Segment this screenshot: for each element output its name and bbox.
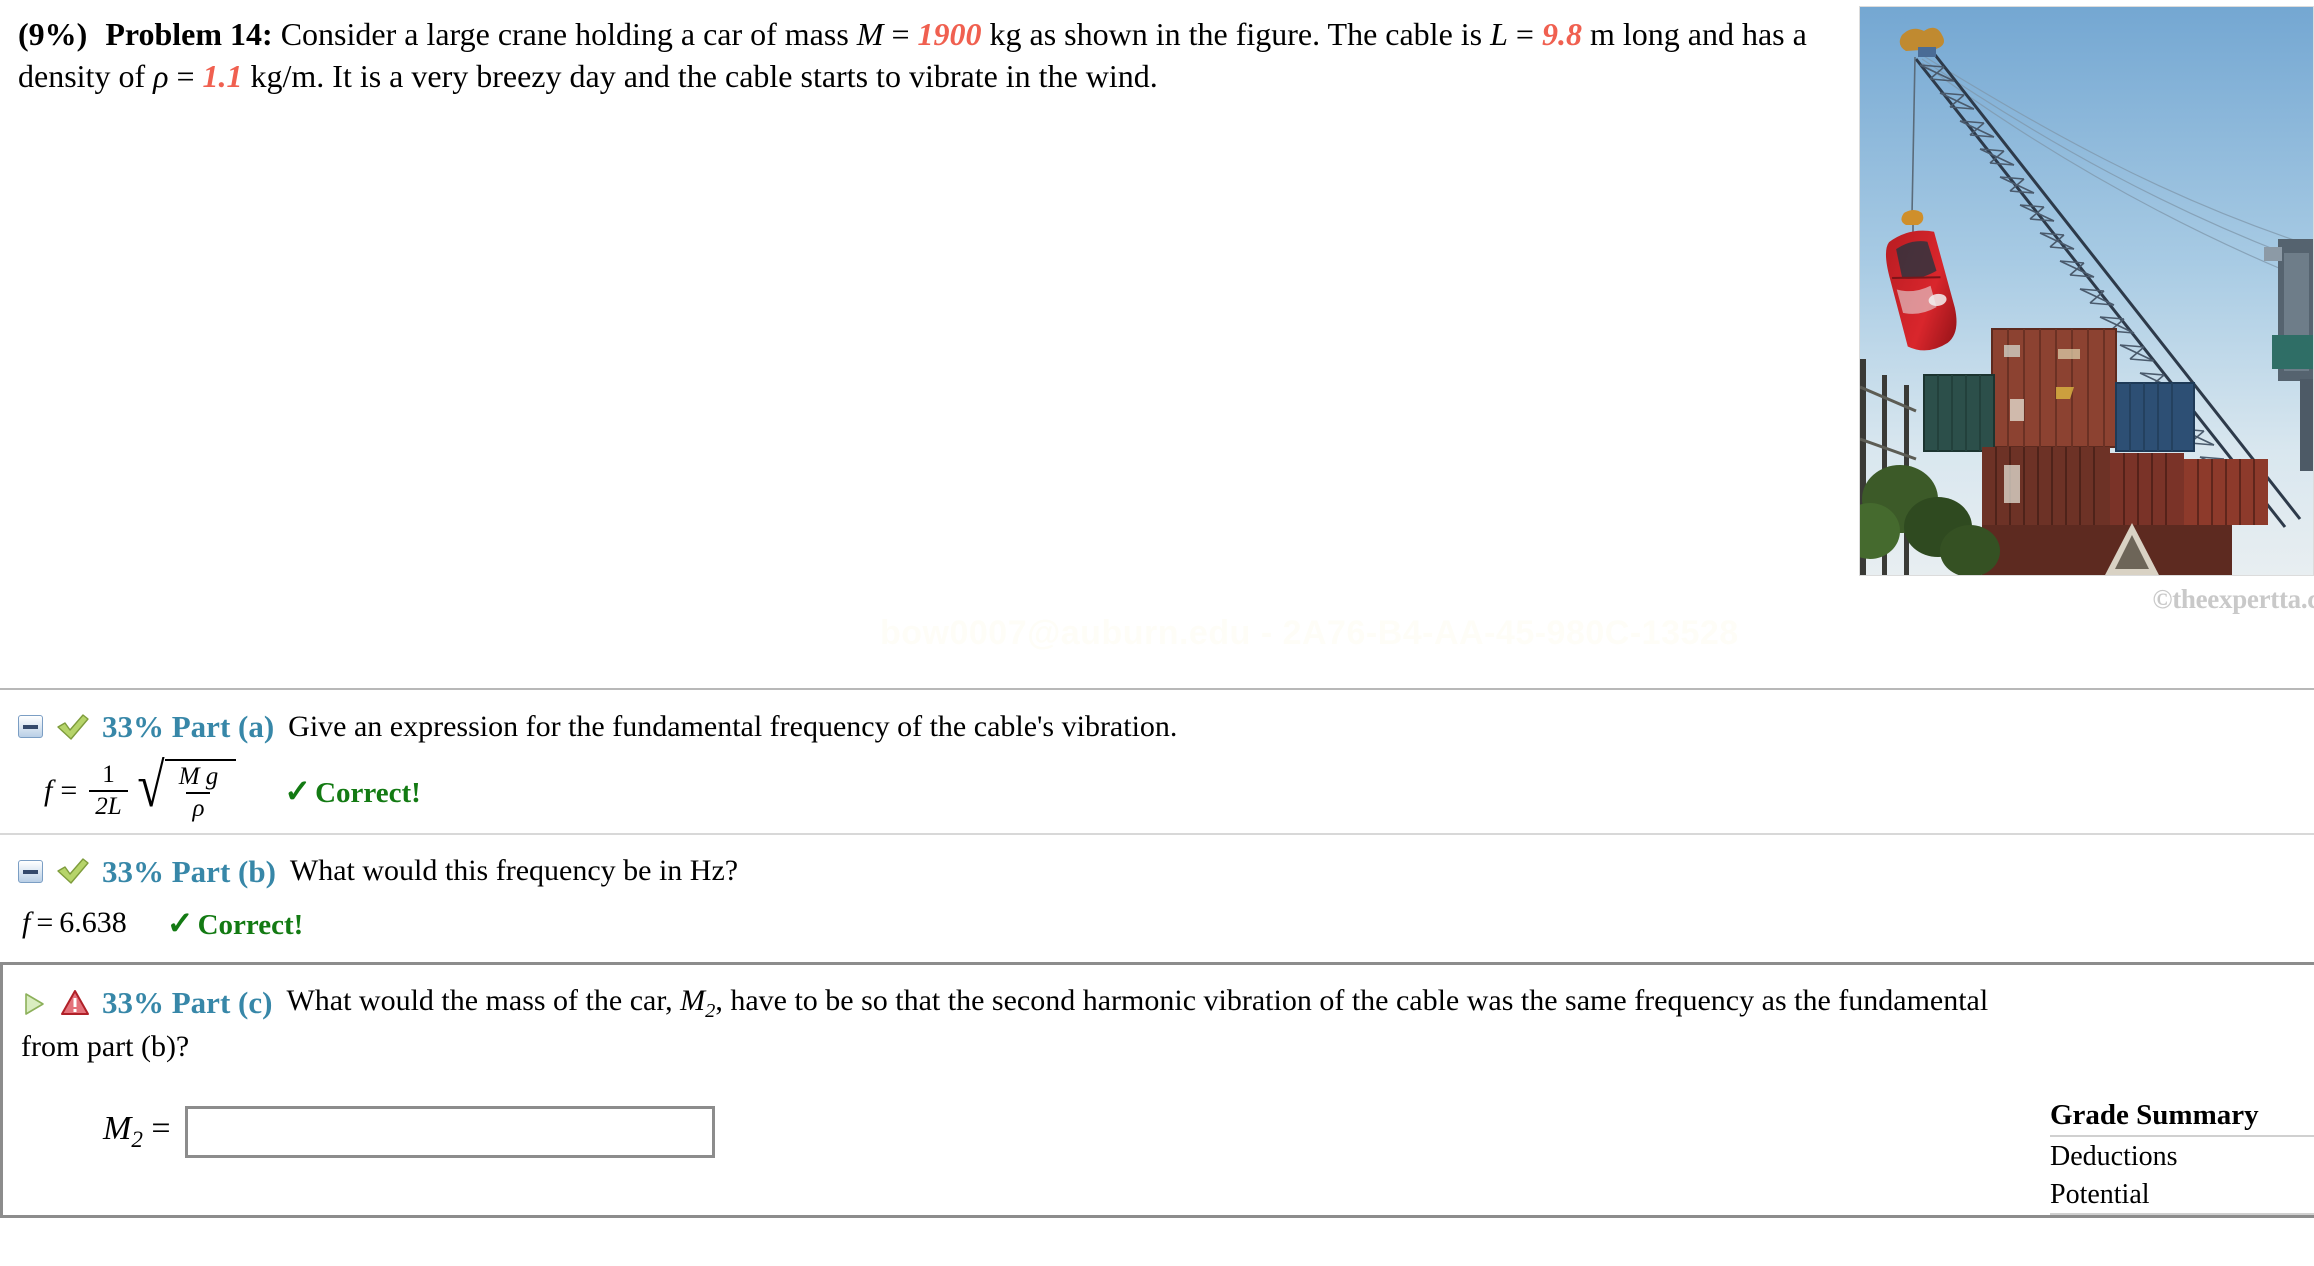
- m2-label-equals: =: [151, 1110, 171, 1148]
- check-mark-icon: ✓: [166, 904, 194, 941]
- part-c-prompt-a: What would the mass of the car,: [286, 983, 681, 1017]
- m2-label-subscript: 2: [131, 1127, 143, 1154]
- expr-square-root: √ M g ρ: [134, 752, 237, 823]
- part-c-answer-row: M2 =: [21, 1106, 2296, 1159]
- part-a-header: 33% Part (a) Give an expression for the …: [18, 708, 2296, 745]
- part-b-feedback-text: Correct!: [197, 908, 304, 941]
- statement-part-2: kg as shown in the figure. The cable is: [981, 16, 1491, 52]
- m2-answer-input[interactable]: [184, 1106, 715, 1159]
- problem-statement-text: (9%) Problem 14: Consider a large crane …: [18, 14, 1858, 97]
- crane-photo: [1859, 6, 2314, 576]
- part-a-feedback-text: Correct!: [315, 776, 421, 809]
- user-watermark: bow0007@auburn.edu - 2A76-B4-AA-45-980C-…: [880, 614, 1739, 652]
- part-c-prompt-variable: M: [680, 983, 706, 1017]
- statement-part-1: Consider a large crane holding a car of …: [280, 16, 857, 52]
- grade-summary-row-deductions: Deductions 0: [2050, 1137, 2314, 1175]
- part-b-answer: f = 6.638: [22, 906, 127, 940]
- green-check-badge-icon: [56, 713, 90, 740]
- part-a-feedback: ✓ Correct!: [284, 772, 421, 810]
- part-b-prompt: What would this frequency be in Hz?: [289, 854, 739, 888]
- radicand-numerator: M g: [178, 763, 219, 791]
- page-title: Problem 14:: [105, 16, 273, 52]
- equals-1: =: [883, 16, 918, 52]
- radicand: M g ρ: [164, 759, 237, 823]
- grade-summary-rule-bottom: [2050, 1212, 2314, 1215]
- crane-photo-illustration: [1860, 7, 2313, 575]
- m2-label-variable: M: [103, 1110, 132, 1148]
- collapse-box-icon[interactable]: [18, 859, 43, 883]
- part-c-header: 33% Part (c) What would the mass of the …: [21, 981, 2296, 1025]
- part-b-answer-row: f = 6.638 ✓ Correct!: [18, 904, 2296, 942]
- part-b-header: 33% Part (b) What would this frequency b…: [18, 853, 2296, 890]
- answer-equals: =: [36, 905, 54, 939]
- answer-value: 6.638: [59, 905, 127, 939]
- part-b-label: 33% Part (b): [102, 853, 276, 889]
- part-a-expression: f = 1 2L √ M g ρ: [44, 752, 237, 823]
- statement-part-4: kg/m. It is a very breezy day and the ca…: [242, 57, 1158, 94]
- equals-2: =: [1507, 16, 1542, 52]
- frac-numerator: 1: [102, 760, 115, 788]
- potential-label: Potential: [2050, 1178, 2150, 1210]
- figure-container: ©theexpertta.c: [1859, 6, 2314, 615]
- radicand-denominator: ρ: [186, 792, 211, 822]
- expr-equals: =: [60, 773, 78, 807]
- photo-credit: ©theexpertta.c: [2152, 584, 2314, 614]
- variable-rho: ρ: [153, 57, 169, 94]
- problem-percent: (9%): [18, 16, 88, 52]
- part-c-prompt-line1: What would the mass of the car, M2, have…: [286, 981, 1988, 1025]
- grade-summary-title: Grade Summary: [2050, 1098, 2259, 1131]
- part-a-section: 33% Part (a) Give an expression for the …: [0, 690, 2314, 835]
- radicand-fraction: M g ρ: [173, 763, 225, 823]
- grade-summary-row-potential: Potential 100: [2050, 1175, 2314, 1213]
- equals-3: =: [168, 57, 203, 94]
- expr-fraction-one-over-2L: 1 2L: [89, 760, 128, 821]
- value-M: 1900: [917, 16, 982, 52]
- part-c-label: 33% Part (c): [102, 985, 273, 1021]
- green-check-badge-icon: [56, 858, 90, 884]
- grade-summary: Grade Summary Deductions 0 Potential 100: [2050, 1099, 2314, 1215]
- check-mark-icon: ✓: [284, 772, 312, 809]
- part-c-prompt-line2: from part (b)?: [21, 1029, 190, 1063]
- expr-lhs: f: [44, 773, 53, 807]
- variable-M: M: [856, 16, 884, 52]
- problem-statement-block: (9%) Problem 14: Consider a large crane …: [0, 0, 2314, 690]
- frac-denominator: 2L: [89, 789, 128, 820]
- part-a-label: 33% Part (a): [102, 709, 275, 744]
- expand-play-icon[interactable]: [21, 990, 47, 1016]
- variable-L: L: [1490, 16, 1508, 52]
- collapse-box-icon[interactable]: [18, 715, 43, 739]
- answer-lhs: f: [22, 905, 31, 939]
- part-c-prompt-b: , have to be so that the second harmonic…: [715, 983, 1989, 1017]
- part-c-section: 33% Part (c) What would the mass of the …: [0, 961, 2314, 1218]
- part-c-prompt-variable-sub: 2: [705, 999, 716, 1022]
- value-rho: 1.1: [202, 57, 243, 94]
- red-warning-triangle-icon: [60, 989, 90, 1016]
- m2-input-label: M2 =: [103, 1110, 171, 1154]
- deductions-label: Deductions: [2050, 1140, 2178, 1172]
- part-b-section: 33% Part (b) What would this frequency b…: [0, 835, 2314, 952]
- radical-sign-icon: √: [137, 752, 165, 821]
- part-a-answer-row: f = 1 2L √ M g ρ ✓ Correct!: [18, 752, 2296, 823]
- value-L: 9.8: [1541, 16, 1582, 52]
- part-b-feedback: ✓ Correct!: [167, 904, 304, 942]
- part-a-prompt: Give an expression for the fundamental f…: [288, 709, 1178, 743]
